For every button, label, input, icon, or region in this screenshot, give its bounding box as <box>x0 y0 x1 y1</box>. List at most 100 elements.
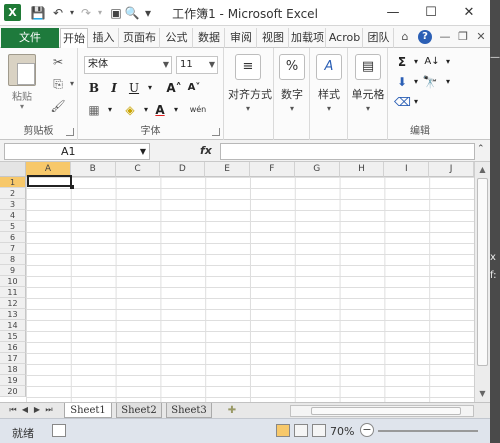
column-header-j[interactable]: J <box>429 162 474 177</box>
row-header-6[interactable]: 6 <box>0 232 26 243</box>
row-header-2[interactable]: 2 <box>0 188 26 199</box>
select-all-corner[interactable] <box>0 162 26 177</box>
row-header-9[interactable]: 9 <box>0 265 26 276</box>
redo-dropdown-icon[interactable]: ▾ <box>92 4 108 22</box>
underline-button[interactable]: U <box>126 80 142 96</box>
border-icon[interactable]: ▦ <box>86 102 102 118</box>
print-layout-icon[interactable]: ▣ <box>108 4 124 22</box>
tab-addins[interactable]: 加载项 <box>290 28 326 48</box>
cells-area[interactable] <box>26 177 474 402</box>
maximize-button[interactable]: ☐ <box>414 2 448 24</box>
row-header-4[interactable]: 4 <box>0 210 26 221</box>
row-header-15[interactable]: 15 <box>0 331 26 342</box>
insert-sheet-icon[interactable]: ✚ <box>224 404 240 417</box>
font-name-combo[interactable]: 宋体 ▼ <box>84 56 172 74</box>
column-header-h[interactable]: H <box>339 162 385 177</box>
tab-home[interactable]: 开始 <box>60 28 88 49</box>
worksheet-grid[interactable]: ABCDEFGHIJ 1 2 3 4 5 6 7 8 9 10 11 12 13 14 15 16 17 18 19… <box>0 162 474 402</box>
tab-file[interactable]: 文件 <box>1 28 59 48</box>
page-layout-view-icon[interactable] <box>294 424 308 437</box>
alignment-button[interactable]: ≡ 对齐方式 ▾ <box>228 52 272 116</box>
column-header-a[interactable]: A <box>26 162 71 177</box>
chevron-down-icon[interactable]: ▼ <box>140 144 146 159</box>
column-header-f[interactable]: F <box>250 162 295 177</box>
workbook-close-icon[interactable]: ✕ <box>474 30 488 44</box>
row-header-3[interactable]: 3 <box>0 199 26 210</box>
minimize-button[interactable]: — <box>376 2 410 24</box>
close-button[interactable]: ✕ <box>452 2 486 24</box>
chevron-down-icon[interactable]: ▼ <box>163 57 169 73</box>
tab-page-layout[interactable]: 页面布 <box>120 28 160 48</box>
border-dropdown-icon[interactable]: ▾ <box>102 102 118 118</box>
clipboard-launcher-icon[interactable] <box>66 128 74 136</box>
row-header-12[interactable]: 12 <box>0 298 26 309</box>
horizontal-scrollbar[interactable] <box>290 405 474 417</box>
tab-insert[interactable]: 插入 <box>89 28 119 48</box>
row-header-10[interactable]: 10 <box>0 276 26 287</box>
tab-view[interactable]: 视图 <box>258 28 289 48</box>
horizontal-scroll-thumb[interactable] <box>311 407 461 415</box>
number-button[interactable]: % 数字 ▾ <box>272 52 312 116</box>
shrink-font-button[interactable]: A˅ <box>186 80 202 96</box>
sheet-tab-1[interactable]: Sheet1 <box>64 403 112 418</box>
paste-dropdown-icon[interactable]: ▾ <box>6 102 38 111</box>
find-dropdown-icon[interactable]: ▾ <box>440 74 456 90</box>
font-launcher-icon[interactable] <box>212 128 220 136</box>
workbook-minimize-icon[interactable]: — <box>438 30 452 44</box>
row-header-18[interactable]: 18 <box>0 364 26 375</box>
scroll-up-icon[interactable]: ▲ <box>477 164 488 176</box>
clear-dropdown-icon[interactable]: ▾ <box>408 94 424 110</box>
column-header-c[interactable]: C <box>115 162 161 177</box>
tab-review[interactable]: 审阅 <box>226 28 257 48</box>
prev-sheet-icon[interactable]: ◀ <box>20 405 30 414</box>
next-sheet-icon[interactable]: ▶ <box>32 405 42 414</box>
last-sheet-icon[interactable]: ⏭ <box>44 405 54 415</box>
help-icon[interactable]: ? <box>418 30 432 44</box>
page-break-view-icon[interactable] <box>312 424 326 437</box>
save-icon[interactable]: 💾 <box>30 4 46 22</box>
italic-button[interactable]: I <box>106 80 122 96</box>
row-header-1[interactable]: 1 <box>0 177 26 188</box>
phonetic-guide-button[interactable]: wén <box>186 102 210 118</box>
grow-font-button[interactable]: A˄ <box>166 80 182 96</box>
formula-input[interactable] <box>220 143 475 160</box>
scroll-down-icon[interactable]: ▼ <box>477 388 488 400</box>
chevron-down-icon[interactable]: ▼ <box>209 57 215 73</box>
vertical-scrollbar[interactable]: ▲ ▼ <box>474 162 490 402</box>
zoom-out-icon[interactable]: − <box>360 423 374 437</box>
row-header-17[interactable]: 17 <box>0 353 26 364</box>
format-painter-icon[interactable]: 🖌 <box>50 98 66 114</box>
sheet-tab-3[interactable]: Sheet3 <box>166 403 212 418</box>
excel-logo-icon[interactable]: X <box>4 4 21 21</box>
normal-view-icon[interactable] <box>276 424 290 437</box>
bold-button[interactable]: B <box>86 80 102 96</box>
macro-record-icon[interactable] <box>52 424 66 437</box>
sort-filter-icon[interactable]: A↓ <box>422 54 442 70</box>
tab-acrobat[interactable]: Acrob <box>327 28 363 48</box>
column-header-d[interactable]: D <box>160 162 206 177</box>
paste-icon[interactable] <box>8 54 36 86</box>
row-header-7[interactable]: 7 <box>0 243 26 254</box>
tab-data[interactable]: 数据 <box>194 28 225 48</box>
workbook-restore-icon[interactable]: ❐ <box>456 30 470 44</box>
row-header-8[interactable]: 8 <box>0 254 26 265</box>
sheet-tab-2[interactable]: Sheet2 <box>116 403 162 418</box>
insert-function-icon[interactable]: fx <box>200 144 212 157</box>
row-header-13[interactable]: 13 <box>0 309 26 320</box>
tab-team[interactable]: 团队 <box>364 28 394 48</box>
vertical-scroll-thumb[interactable] <box>477 178 488 366</box>
row-header-5[interactable]: 5 <box>0 221 26 232</box>
row-header-16[interactable]: 16 <box>0 342 26 353</box>
underline-dropdown-icon[interactable]: ▾ <box>142 80 158 96</box>
column-header-b[interactable]: B <box>70 162 116 177</box>
name-box[interactable]: A1 ▼ <box>4 143 150 160</box>
print-preview-icon[interactable]: 🔍 <box>124 4 140 22</box>
minimize-ribbon-icon[interactable]: ⌂ <box>398 30 412 44</box>
zoom-level[interactable]: 70% <box>330 425 354 438</box>
column-header-i[interactable]: I <box>384 162 430 177</box>
row-header-20[interactable]: 20 <box>0 386 26 397</box>
zoom-slider[interactable] <box>378 430 478 432</box>
font-size-combo[interactable]: 11 ▼ <box>176 56 218 74</box>
expand-formula-bar-icon[interactable]: ⌃ <box>477 144 485 154</box>
styles-button[interactable]: A 样式 ▾ <box>309 52 349 116</box>
